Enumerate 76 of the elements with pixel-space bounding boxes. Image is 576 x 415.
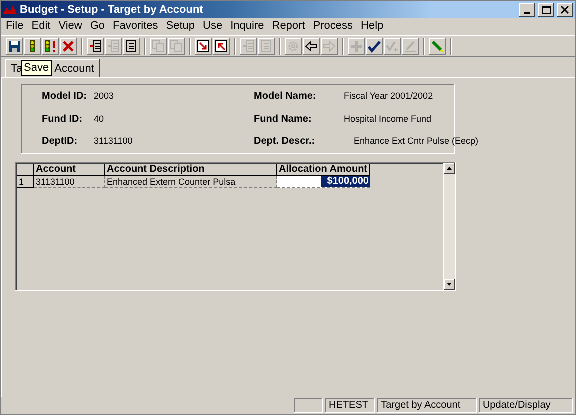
menu-item[interactable]: Help bbox=[358, 20, 389, 32]
menu-item[interactable]: Setup bbox=[163, 20, 200, 32]
window-title: Budget - Setup - Target by Account bbox=[20, 4, 204, 16]
maximize-icon bbox=[542, 6, 550, 14]
field-label: DeptID: bbox=[42, 136, 79, 147]
row-number: 1 bbox=[17, 176, 34, 188]
field-label: Dept. Descr.: bbox=[254, 136, 316, 147]
field-value: Fiscal Year 2001/2002 bbox=[344, 91, 434, 102]
insert-row-icon bbox=[242, 40, 255, 52]
arrow-icon bbox=[197, 40, 210, 52]
toolbar-button[interactable] bbox=[24, 38, 41, 54]
minimize-icon bbox=[524, 12, 530, 14]
status-panel: HETEST bbox=[325, 398, 376, 412]
app-icon bbox=[3, 4, 17, 16]
menu-item[interactable]: View bbox=[56, 20, 88, 32]
field-value: 40 bbox=[94, 114, 106, 124]
toolbar-button[interactable] bbox=[6, 38, 23, 54]
copy-icon bbox=[170, 40, 183, 52]
menu-item[interactable]: Report bbox=[269, 20, 310, 32]
field-label: Model ID: bbox=[42, 91, 88, 102]
toolbar-button[interactable] bbox=[213, 38, 230, 54]
table-cell: 31131100 bbox=[34, 176, 105, 188]
tooltip: Save bbox=[21, 60, 52, 76]
field-value: 2003 bbox=[94, 91, 116, 102]
menu-item[interactable]: Edit bbox=[28, 20, 56, 32]
status-panel: Target by Account bbox=[377, 398, 477, 412]
up-arrow-icon bbox=[447, 167, 452, 170]
menu-item[interactable]: File bbox=[3, 20, 29, 32]
right-arrow-icon bbox=[323, 40, 336, 52]
scrollbar[interactable] bbox=[443, 163, 455, 290]
column-header[interactable]: Account bbox=[34, 164, 105, 176]
field-value: Enhance Ext Cntr Pulse (Eecp) bbox=[353, 136, 479, 147]
toolbar-button[interactable] bbox=[42, 38, 59, 54]
column-header[interactable]: Account Description bbox=[105, 164, 277, 176]
check-plus-icon bbox=[386, 40, 399, 52]
down-arrow-icon bbox=[447, 283, 452, 286]
insert-row-icon bbox=[89, 40, 102, 52]
menu-item[interactable]: Favorites bbox=[110, 20, 164, 32]
gear-icon bbox=[287, 40, 300, 52]
toolbar-button[interactable] bbox=[60, 38, 77, 54]
toolbar-button[interactable] bbox=[123, 38, 140, 54]
copy-icon bbox=[152, 40, 165, 52]
scroll-down-button[interactable] bbox=[444, 279, 455, 290]
amount-cell[interactable]: $100,000 bbox=[321, 176, 370, 187]
toolbar-button[interactable] bbox=[195, 38, 212, 54]
toolbar-button[interactable] bbox=[366, 38, 383, 54]
insert-row-icon bbox=[107, 40, 120, 52]
traffic-light-alert-icon bbox=[44, 40, 57, 52]
scroll-up-button[interactable] bbox=[444, 163, 455, 174]
menu-item[interactable]: Go bbox=[87, 20, 110, 32]
left-arrow-icon bbox=[305, 40, 318, 52]
menu-item[interactable]: Process bbox=[310, 20, 358, 32]
menu-item[interactable]: Use bbox=[200, 20, 228, 32]
arrow-icon bbox=[215, 40, 228, 52]
field-value: 31131100 bbox=[94, 136, 134, 147]
status-panel: Update/Display bbox=[478, 398, 574, 412]
delete-icon bbox=[62, 40, 75, 52]
close-icon bbox=[561, 6, 569, 14]
field-label: Fund Name: bbox=[254, 114, 313, 124]
status-panel bbox=[294, 398, 324, 412]
close-button[interactable] bbox=[557, 2, 573, 16]
list-icon bbox=[125, 40, 138, 52]
field-label: Fund ID: bbox=[42, 114, 84, 124]
field-value: Hospital Income Fund bbox=[344, 114, 433, 124]
toolbar-button[interactable] bbox=[87, 38, 104, 54]
plus-icon bbox=[350, 40, 363, 52]
field-label: Model Name: bbox=[254, 91, 318, 102]
check-icon bbox=[368, 40, 381, 52]
pencil-icon bbox=[404, 40, 417, 52]
tab-label: Account bbox=[54, 62, 94, 74]
menu-item[interactable]: Inquire bbox=[228, 20, 270, 32]
toolbar-button[interactable] bbox=[303, 38, 320, 54]
maximize-button[interactable] bbox=[538, 2, 554, 16]
marker-icon bbox=[431, 40, 444, 52]
minimize-button[interactable] bbox=[519, 2, 535, 16]
list-icon bbox=[260, 40, 273, 52]
